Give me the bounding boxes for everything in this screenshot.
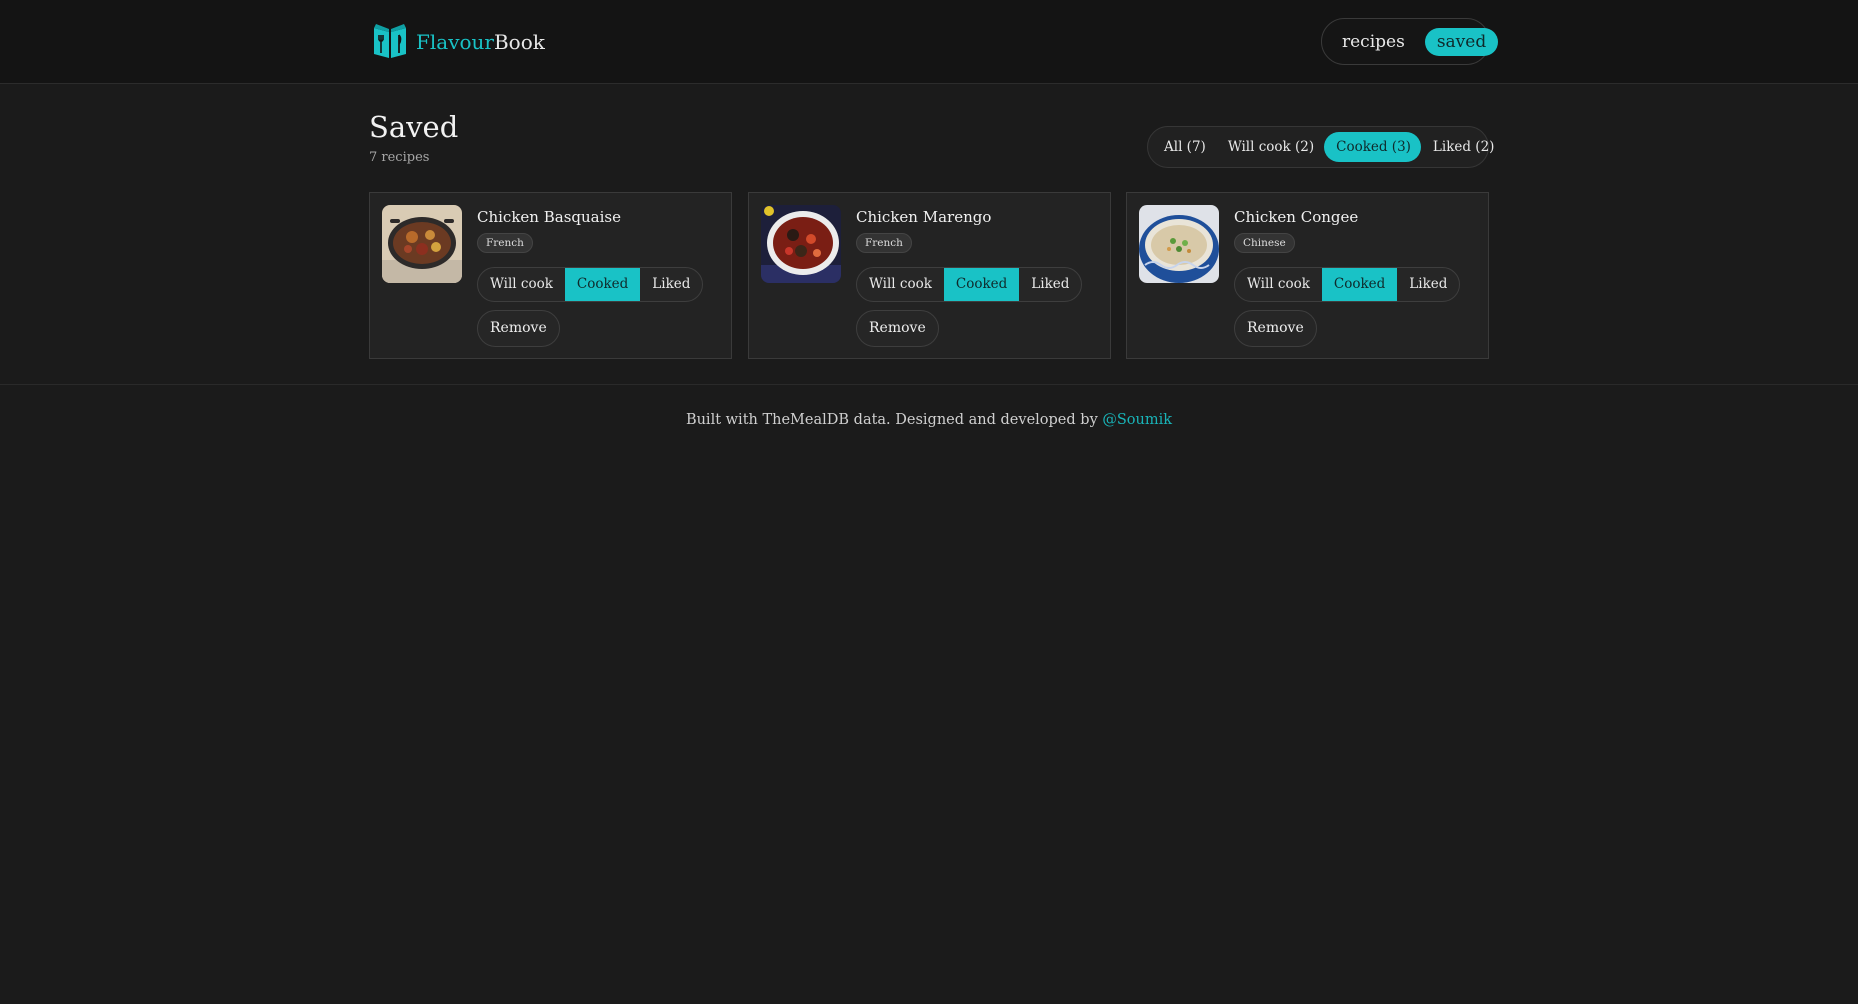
status-toggle: Will cook Cooked Liked — [477, 267, 704, 302]
brand-logo[interactable]: FlavourBook — [372, 20, 545, 64]
status-cooked-button[interactable]: Cooked — [1321, 268, 1398, 301]
recipe-card: Chicken Basquaise French Will cook Cooke… — [369, 192, 732, 359]
recipe-thumbnail[interactable] — [761, 205, 841, 283]
status-will-cook-button[interactable]: Will cook — [478, 268, 565, 301]
recipe-title[interactable]: Chicken Congee — [1234, 208, 1358, 226]
recipe-title[interactable]: Chicken Marengo — [856, 208, 991, 226]
filter-all[interactable]: All (7) — [1152, 132, 1216, 162]
recipe-card: Chicken Congee Chinese Will cook Cooked … — [1126, 192, 1489, 359]
brand-name-accent: Flavour — [416, 30, 494, 54]
recipe-count: 7 recipes — [369, 150, 430, 165]
status-toggle: Will cook Cooked Liked — [856, 267, 1083, 302]
cuisine-tag: French — [856, 233, 912, 253]
filter-cooked[interactable]: Cooked (3) — [1324, 132, 1421, 162]
filter-tabs: All (7) Will cook (2) Cooked (3) Liked (… — [1147, 126, 1494, 168]
status-toggle: Will cook Cooked Liked — [1234, 267, 1461, 302]
status-will-cook-button[interactable]: Will cook — [857, 268, 944, 301]
nav-recipes[interactable]: recipes — [1330, 28, 1417, 56]
status-liked-button[interactable]: Liked — [640, 268, 702, 301]
recipe-thumbnail[interactable] — [1139, 205, 1219, 283]
filter-will-cook[interactable]: Will cook (2) — [1216, 132, 1324, 162]
status-cooked-button[interactable]: Cooked — [564, 268, 641, 301]
status-liked-button[interactable]: Liked — [1019, 268, 1081, 301]
status-will-cook-button[interactable]: Will cook — [1235, 268, 1322, 301]
remove-button[interactable]: Remove — [477, 310, 560, 347]
cuisine-tag: Chinese — [1234, 233, 1295, 253]
status-cooked-button[interactable]: Cooked — [943, 268, 1020, 301]
remove-button[interactable]: Remove — [856, 310, 939, 347]
brand-name: FlavourBook — [416, 30, 545, 54]
filter-liked[interactable]: Liked (2) — [1421, 132, 1505, 162]
footer: Built with TheMealDB data. Designed and … — [0, 412, 1858, 428]
top-header: FlavourBook recipes saved — [0, 0, 1858, 84]
status-liked-button[interactable]: Liked — [1397, 268, 1459, 301]
recipe-card: Chicken Marengo French Will cook Cooked … — [748, 192, 1111, 359]
footer-divider — [0, 384, 1858, 385]
open-book-utensils-icon — [372, 20, 408, 64]
footer-text: Built with TheMealDB data. Designed and … — [685, 412, 1103, 428]
recipe-title[interactable]: Chicken Basquaise — [477, 208, 621, 226]
brand-name-rest: Book — [493, 30, 545, 54]
remove-button[interactable]: Remove — [1234, 310, 1317, 347]
cuisine-tag: French — [477, 233, 533, 253]
author-link[interactable]: @Soumik — [1102, 412, 1172, 428]
main-nav: recipes saved — [1321, 18, 1499, 65]
nav-saved[interactable]: saved — [1424, 27, 1499, 56]
page-title: Saved — [369, 110, 459, 144]
recipe-thumbnail[interactable] — [382, 205, 462, 283]
